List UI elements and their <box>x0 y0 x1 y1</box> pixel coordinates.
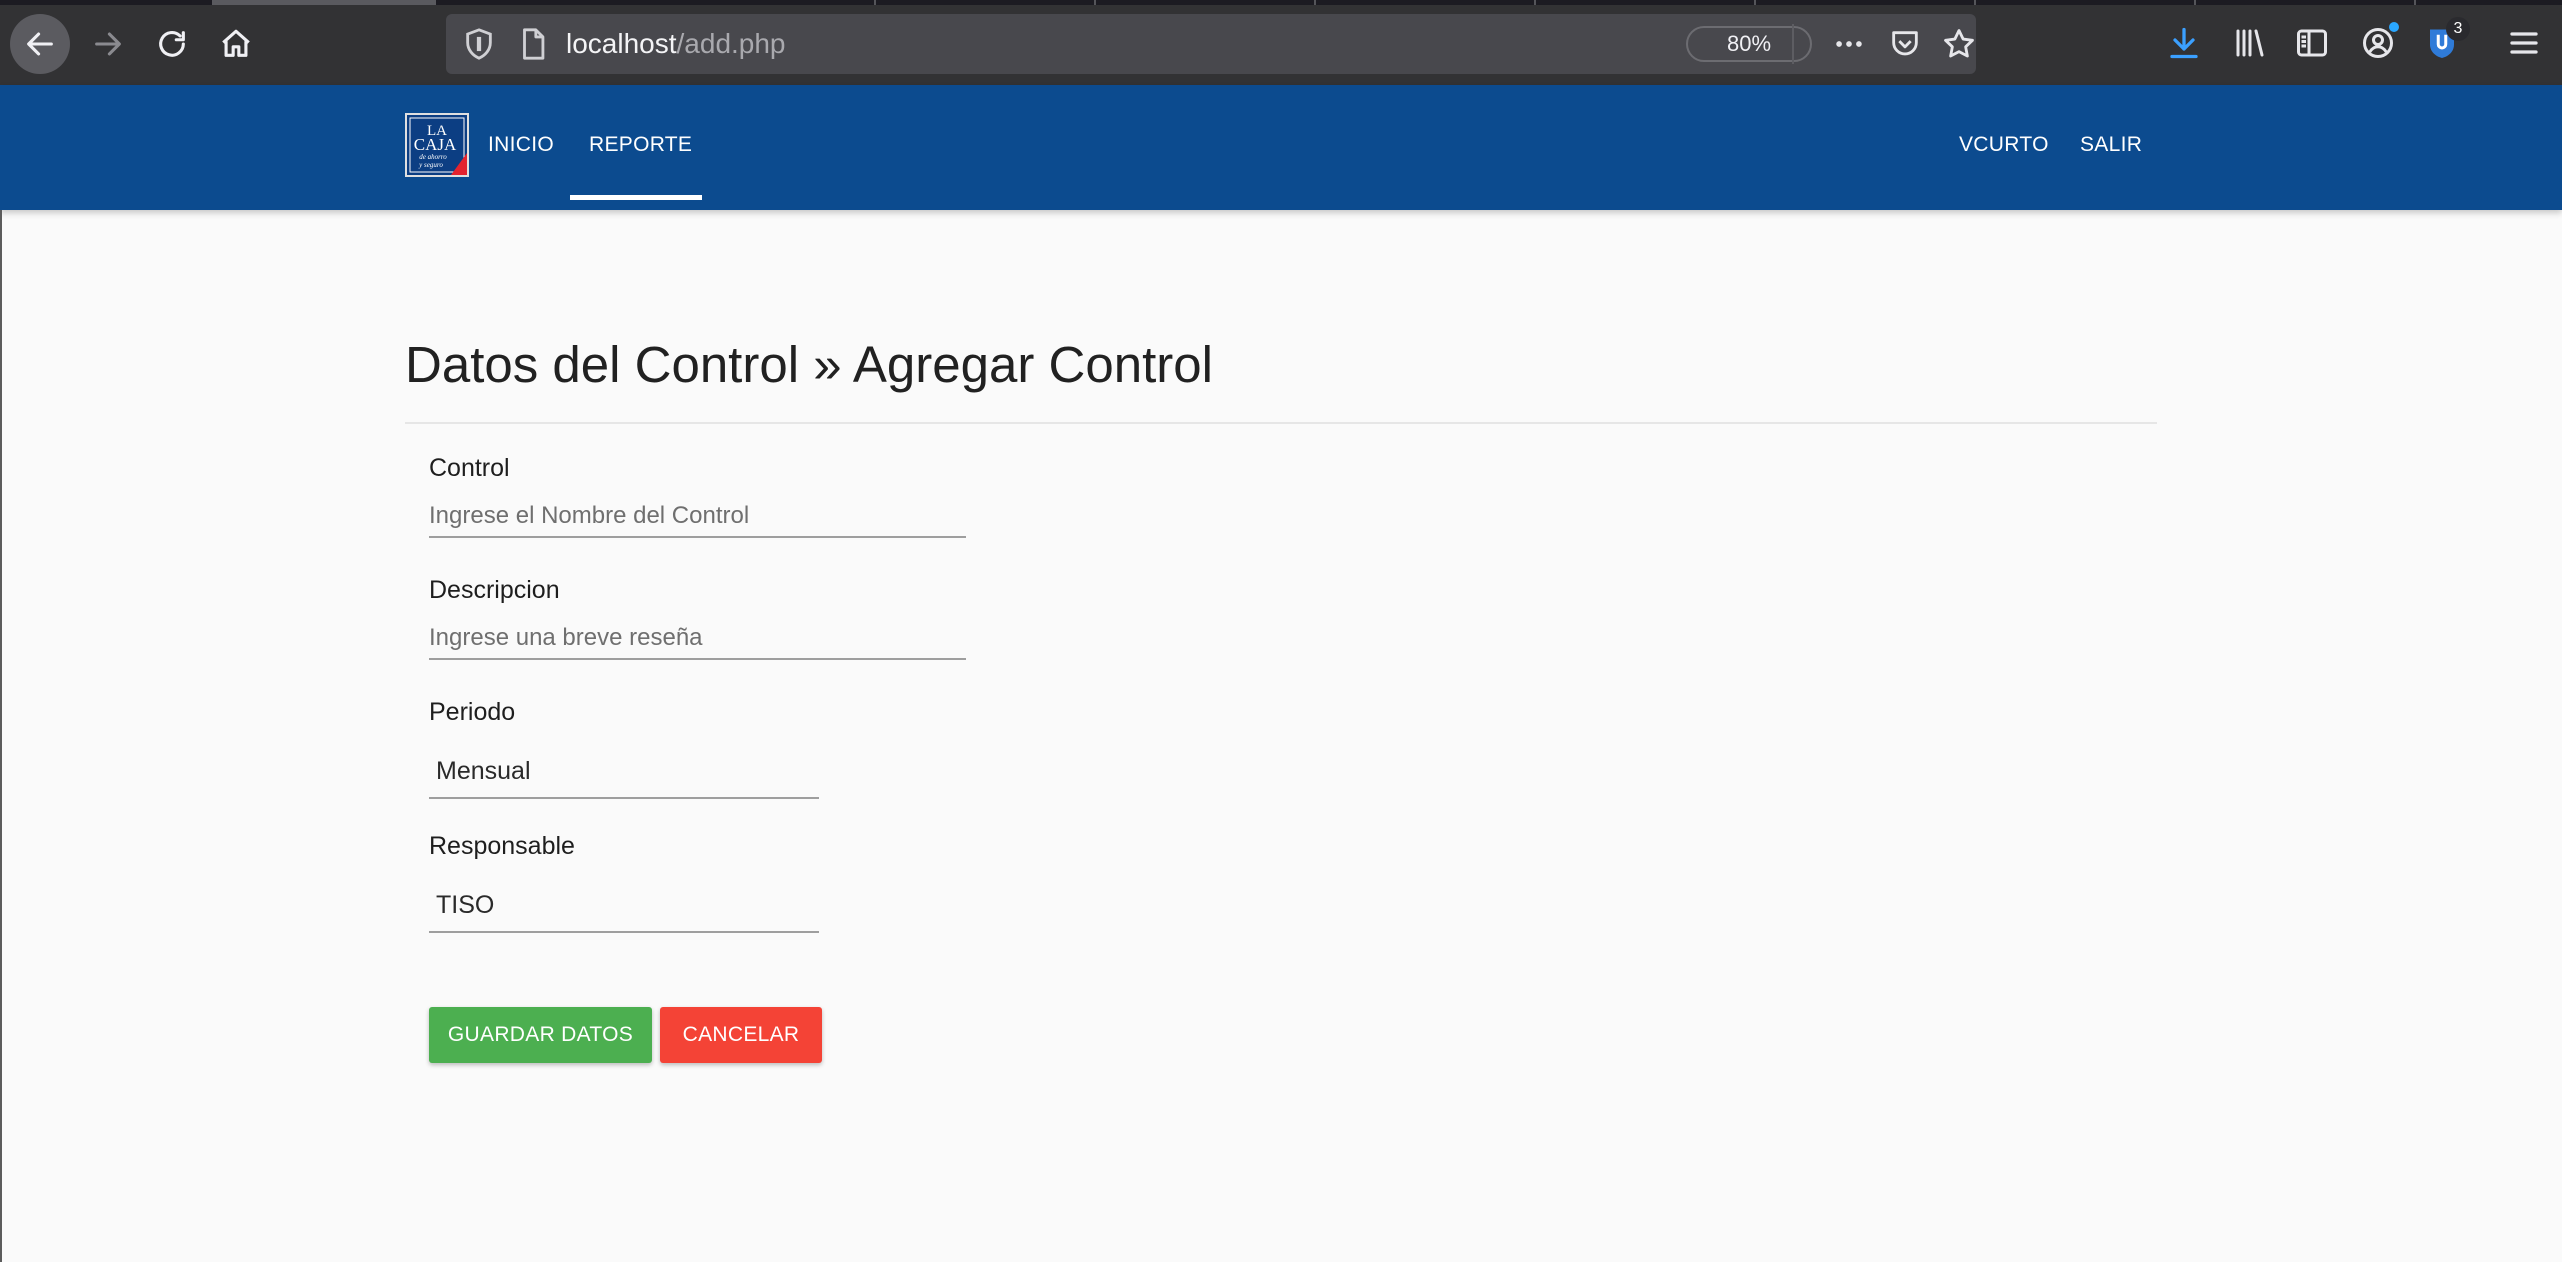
url-host: localhost <box>566 28 677 59</box>
control-label: Control <box>429 454 510 482</box>
forward-button[interactable] <box>78 14 138 74</box>
nav-link-inicio[interactable]: INICIO <box>488 130 554 160</box>
pocket-icon[interactable] <box>1888 27 1922 61</box>
bookmark-star-icon[interactable] <box>1942 27 1976 61</box>
tab-separator <box>2414 0 2416 5</box>
tab-strip[interactable] <box>0 0 2562 5</box>
active-tab[interactable] <box>212 0 436 5</box>
tab-separator <box>1974 0 1976 5</box>
menu-icon[interactable] <box>2506 25 2542 61</box>
descripcion-label: Descripcion <box>429 576 560 604</box>
forward-icon <box>95 32 121 56</box>
responsable-select[interactable]: TISO <box>429 883 819 933</box>
home-icon <box>222 29 250 57</box>
library-icon[interactable] <box>2232 25 2268 61</box>
svg-text:de ahorro: de ahorro <box>419 153 447 161</box>
home-button[interactable] <box>206 14 266 74</box>
tracking-shield-icon[interactable] <box>462 27 496 61</box>
title-divider <box>405 422 2157 424</box>
app-navbar: LA CAJA de ahorro y seguro INICIO REPORT… <box>0 85 2562 210</box>
url-path: /add.php <box>676 28 786 59</box>
save-button[interactable]: GUARDAR DATOS <box>429 1007 652 1063</box>
nav-link-user[interactable]: VCURTO <box>1959 130 2049 160</box>
back-button[interactable] <box>10 14 70 74</box>
reload-icon <box>159 31 185 57</box>
url-bar[interactable]: localhost/add.php 80% <box>446 14 1976 74</box>
page-icon[interactable] <box>516 27 550 61</box>
extension-badge: 3 <box>2446 17 2470 41</box>
download-icon[interactable] <box>2166 25 2202 61</box>
active-nav-indicator <box>570 195 702 200</box>
notification-dot <box>2389 22 2399 32</box>
tab-separator <box>1534 0 1536 5</box>
responsable-label: Responsable <box>429 832 575 860</box>
window-edge <box>0 210 2 1262</box>
cancel-button[interactable]: CANCELAR <box>660 1007 822 1063</box>
sidebar-icon[interactable] <box>2294 25 2330 61</box>
tab-separator <box>2194 0 2196 5</box>
back-icon <box>27 32 53 56</box>
svg-text:y seguro: y seguro <box>418 161 443 169</box>
browser-toolbar: localhost/add.php 80% 3 <box>0 0 2562 85</box>
nav-link-salir[interactable]: SALIR <box>2080 130 2142 160</box>
tab-separator <box>1754 0 1756 5</box>
url-separator <box>1792 24 1794 64</box>
reload-button[interactable] <box>142 14 202 74</box>
url-text[interactable]: localhost/add.php <box>566 27 786 61</box>
periodo-select[interactable]: Mensual <box>429 749 819 799</box>
periodo-label: Periodo <box>429 698 516 726</box>
page-title: Datos del Control » Agregar Control <box>405 336 1213 393</box>
more-icon[interactable] <box>1832 27 1866 61</box>
tab-separator <box>1094 0 1096 5</box>
tab-separator <box>1314 0 1316 5</box>
tab-separator <box>874 0 876 5</box>
descripcion-input[interactable] <box>429 618 966 660</box>
nav-link-reporte[interactable]: REPORTE <box>589 130 692 160</box>
svg-text:CAJA: CAJA <box>414 135 457 154</box>
brand-logo[interactable]: LA CAJA de ahorro y seguro <box>405 113 469 177</box>
la-caja-logo-icon: LA CAJA de ahorro y seguro <box>407 115 467 175</box>
control-input[interactable] <box>429 496 966 538</box>
